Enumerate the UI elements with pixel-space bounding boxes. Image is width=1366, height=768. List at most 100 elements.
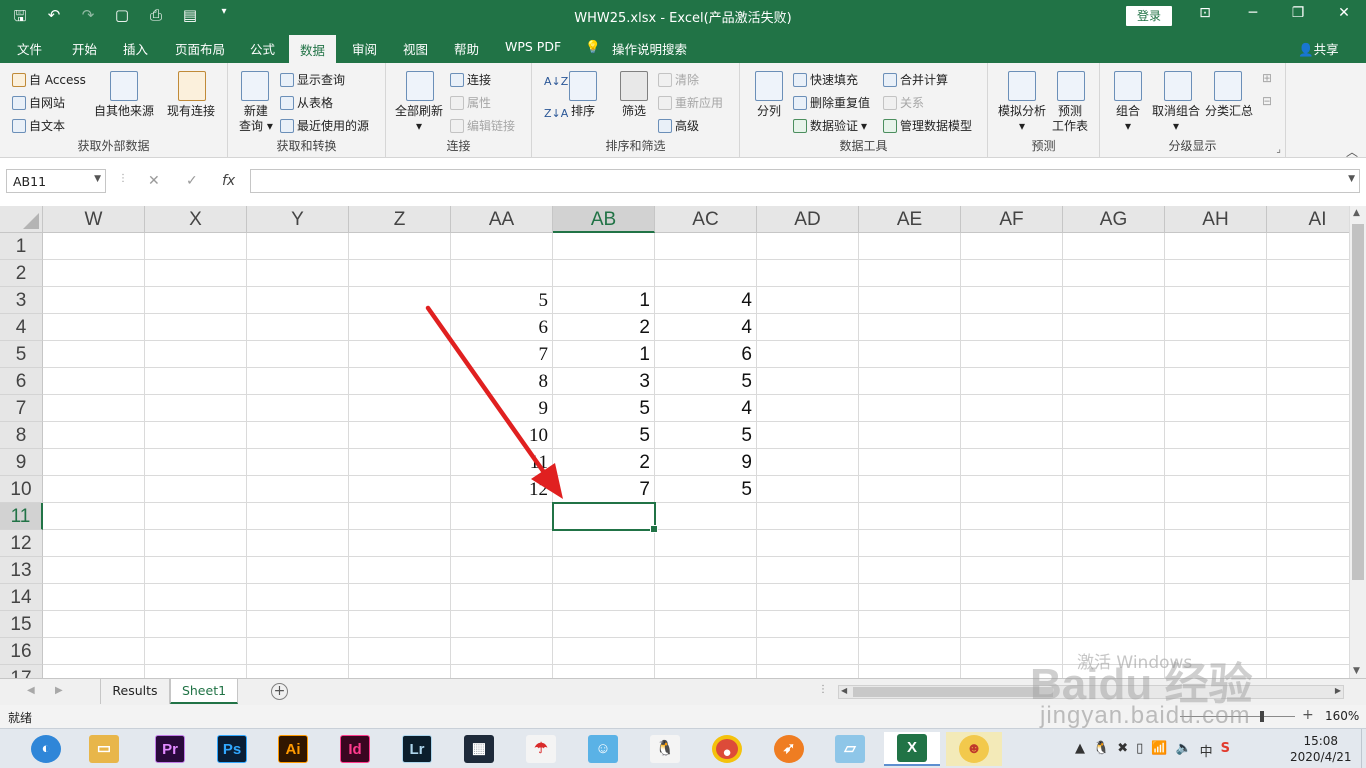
tab-review[interactable]: 审阅 <box>352 39 377 58</box>
add-sheet-button[interactable]: + <box>271 683 288 700</box>
cell-aa3[interactable]: 5 <box>451 287 553 314</box>
taskbar-clock[interactable]: 15:08 2020/4/21 <box>1290 733 1352 765</box>
column-header-z[interactable]: Z <box>349 206 451 233</box>
group-button[interactable]: 组合 ▾ <box>1116 104 1140 134</box>
refresh-all-button[interactable]: 全部刷新 ▾ <box>395 104 443 134</box>
tab-page-layout[interactable]: 页面布局 <box>175 39 225 58</box>
cell-ac10[interactable]: 5 <box>655 476 757 503</box>
column-header-y[interactable]: Y <box>247 206 349 233</box>
taskbar-notes-app[interactable]: ▱ <box>822 732 878 766</box>
zoom-slider-knob[interactable] <box>1260 711 1264 722</box>
cell-aa6[interactable]: 8 <box>451 368 553 395</box>
taskbar-lightroom[interactable]: Lr <box>389 732 445 766</box>
cell-ac4[interactable]: 4 <box>655 314 757 341</box>
show-detail-icon[interactable]: ⊞ <box>1262 71 1272 85</box>
tab-home[interactable]: 开始 <box>72 39 97 58</box>
column-header-ac[interactable]: AC <box>655 206 757 233</box>
cell-ac5[interactable]: 6 <box>655 341 757 368</box>
taskbar-premiere[interactable]: Pr <box>142 732 198 766</box>
advanced-filter-button[interactable]: 高级 <box>658 117 699 134</box>
cell-aa5[interactable]: 7 <box>451 341 553 368</box>
taskbar-indesign[interactable]: Id <box>327 732 383 766</box>
taskbar-photoshop[interactable]: Ps <box>204 732 260 766</box>
reapply-button[interactable]: 重新应用 <box>658 94 723 111</box>
cell-ac3[interactable]: 4 <box>655 287 757 314</box>
cell-ab3[interactable]: 1 <box>553 287 655 314</box>
edit-links-button[interactable]: 编辑链接 <box>450 117 515 134</box>
tell-me-search[interactable]: 操作说明搜索 <box>612 39 687 58</box>
taskbar-umbrella-app[interactable]: ☂ <box>513 732 569 766</box>
expand-formula-icon[interactable]: ▼ <box>1348 174 1355 184</box>
column-header-ai[interactable]: AI <box>1267 206 1349 233</box>
new-query-button[interactable]: 新建 查询 ▾ <box>239 104 273 134</box>
worksheet-grid[interactable]: W X Y Z AA AB AC AD AE AF AG AH AI 1 2 3 4 5 6 7 8 9 10 11 12 13… <box>0 206 1349 678</box>
column-header-ae[interactable]: AE <box>859 206 961 233</box>
sort-icon[interactable] <box>569 71 597 101</box>
tab-help[interactable]: 帮助 <box>454 39 479 58</box>
row-header-17[interactable]: 17 <box>0 665 43 678</box>
tab-formulas[interactable]: 公式 <box>250 39 275 58</box>
forecast-sheet-button[interactable]: 预测 工作表 <box>1052 104 1088 134</box>
zoom-in-icon[interactable]: + <box>1302 707 1314 723</box>
new-query-icon[interactable] <box>241 71 269 101</box>
from-text-button[interactable]: 自文本 <box>12 117 65 134</box>
show-queries-button[interactable]: 显示查询 <box>280 71 345 88</box>
taskbar-qq[interactable]: 🐧 <box>637 732 693 766</box>
formula-input[interactable]: ▼ <box>250 169 1360 193</box>
from-table-button[interactable]: 从表格 <box>280 94 333 111</box>
row-header-13[interactable]: 13 <box>0 557 43 584</box>
share-button[interactable]: 👤共享 <box>1298 39 1339 58</box>
tab-file[interactable]: 文件 <box>17 39 42 58</box>
cell-ab10[interactable]: 7 <box>553 476 655 503</box>
row-header-4[interactable]: 4 <box>0 314 43 341</box>
next-sheet-icon[interactable]: ▶ <box>55 685 63 696</box>
prev-sheet-icon[interactable]: ◀ <box>27 685 35 696</box>
row-header-2[interactable]: 2 <box>0 260 43 287</box>
taskbar-illustrator[interactable]: Ai <box>265 732 321 766</box>
tray-ime-indicator[interactable]: 中 <box>1200 741 1213 760</box>
scroll-down-icon[interactable]: ▼ <box>1353 666 1360 676</box>
cell-ac9[interactable]: 9 <box>655 449 757 476</box>
cell-ab5[interactable]: 1 <box>553 341 655 368</box>
remove-duplicates-button[interactable]: 删除重复值 <box>793 94 870 111</box>
cell-ab4[interactable]: 2 <box>553 314 655 341</box>
scroll-up-icon[interactable]: ▲ <box>1353 208 1360 218</box>
tray-expand-icon[interactable]: ▲ <box>1075 741 1085 760</box>
scroll-left-icon[interactable]: ◀ <box>841 686 847 695</box>
other-sources-button[interactable]: 自其他来源 <box>94 104 154 119</box>
what-if-analysis-button[interactable]: 模拟分析 ▾ <box>998 104 1046 134</box>
cell-ac7[interactable]: 4 <box>655 395 757 422</box>
row-header-12[interactable]: 12 <box>0 530 43 557</box>
taskbar-browser-360[interactable]: ◐ <box>18 732 74 766</box>
cell-ab6[interactable]: 3 <box>553 368 655 395</box>
name-box-dropdown-icon[interactable]: ▼ <box>94 174 101 184</box>
column-header-ad[interactable]: AD <box>757 206 859 233</box>
column-header-af[interactable]: AF <box>961 206 1063 233</box>
row-header-3[interactable]: 3 <box>0 287 43 314</box>
column-header-aa[interactable]: AA <box>451 206 553 233</box>
hide-detail-icon[interactable]: ⊟ <box>1262 94 1272 108</box>
row-header-7[interactable]: 7 <box>0 395 43 422</box>
tray-volume-icon[interactable]: 🔈 <box>1175 741 1191 760</box>
splitter-icon[interactable]: ⋮ <box>818 684 828 695</box>
scroll-right-icon[interactable]: ▶ <box>1335 686 1341 695</box>
refresh-all-icon[interactable] <box>406 71 434 101</box>
taskbar-chat-app[interactable]: ☺ <box>575 732 631 766</box>
from-access-button[interactable]: 自 Access <box>12 71 86 88</box>
column-header-x[interactable]: X <box>145 206 247 233</box>
ungroup-icon[interactable] <box>1164 71 1192 101</box>
enter-icon[interactable]: ✓ <box>186 173 198 189</box>
taskbar-chrome[interactable]: ● <box>699 732 755 766</box>
taskbar-orange-app[interactable]: ➶ <box>761 732 817 766</box>
cell-ab8[interactable]: 5 <box>553 422 655 449</box>
row-header-15[interactable]: 15 <box>0 611 43 638</box>
other-sources-icon[interactable] <box>110 71 138 101</box>
group-icon[interactable] <box>1114 71 1142 101</box>
filter-button[interactable]: 筛选 <box>622 104 646 119</box>
tray-wifi-icon[interactable]: 📶 <box>1151 741 1167 760</box>
flash-fill-button[interactable]: 快速填充 <box>793 71 858 88</box>
name-box[interactable]: AB11 ▼ <box>6 169 106 193</box>
existing-connections-button[interactable]: 现有连接 <box>167 104 215 119</box>
cell-aa8[interactable]: 10 <box>451 422 553 449</box>
horizontal-scroll-thumb[interactable] <box>853 687 1053 697</box>
